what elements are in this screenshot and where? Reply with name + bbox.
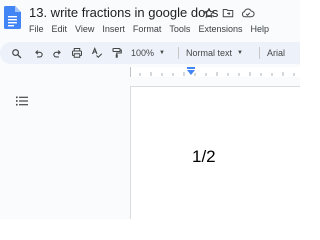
toolbar-divider bbox=[178, 47, 179, 59]
toolbar: 100% ▼ Normal text ▼ Arial bbox=[0, 42, 300, 64]
paragraph-style-value: Normal text bbox=[186, 48, 233, 58]
search-menus-button[interactable] bbox=[8, 42, 24, 64]
horizontal-ruler[interactable] bbox=[0, 66, 300, 79]
redo-icon bbox=[52, 49, 61, 57]
toolbar-divider bbox=[259, 47, 260, 59]
docs-logo-icon[interactable] bbox=[4, 6, 21, 29]
spellcheck-icon bbox=[91, 47, 103, 59]
paint-format-button[interactable] bbox=[109, 42, 125, 64]
undo-icon bbox=[34, 49, 43, 57]
zoom-select[interactable]: 100% ▼ bbox=[131, 42, 173, 64]
cloud-saved-icon[interactable] bbox=[241, 7, 255, 19]
paragraph-style-select[interactable]: Normal text ▼ bbox=[186, 42, 254, 64]
document-body-text[interactable]: 1/2 bbox=[192, 147, 216, 167]
search-icon bbox=[11, 48, 21, 58]
menu-tools[interactable]: Tools bbox=[165, 24, 194, 36]
menu-help[interactable]: Help bbox=[246, 24, 273, 36]
menu-bar: File Edit View Insert Format Tools Exten… bbox=[29, 24, 273, 36]
zoom-value: 100% bbox=[131, 48, 155, 58]
print-icon bbox=[72, 48, 82, 58]
star-icon[interactable] bbox=[203, 7, 215, 19]
ruler-scale bbox=[130, 67, 300, 77]
document-title[interactable]: 13. write fractions in google docs bbox=[29, 4, 218, 21]
redo-button[interactable] bbox=[49, 42, 65, 64]
menu-format[interactable]: Format bbox=[129, 24, 166, 36]
document-outline-icon[interactable] bbox=[16, 96, 28, 106]
menu-edit[interactable]: Edit bbox=[48, 24, 72, 36]
menu-file[interactable]: File bbox=[29, 24, 48, 36]
document-page[interactable]: 1/2 bbox=[130, 86, 300, 219]
paint-format-icon bbox=[112, 47, 122, 58]
chevron-down-icon: ▼ bbox=[159, 50, 165, 56]
font-value: Arial bbox=[267, 48, 286, 58]
font-select[interactable]: Arial bbox=[267, 42, 300, 64]
menu-extensions[interactable]: Extensions bbox=[194, 24, 246, 36]
move-to-folder-icon[interactable] bbox=[222, 7, 234, 19]
chevron-down-icon: ▼ bbox=[237, 50, 243, 56]
google-docs-window: 13. write fractions in google docs File … bbox=[0, 0, 300, 219]
undo-button[interactable] bbox=[30, 42, 46, 64]
print-button[interactable] bbox=[69, 42, 85, 64]
menu-view[interactable]: View bbox=[71, 24, 98, 36]
spellcheck-button[interactable] bbox=[89, 42, 105, 64]
menu-insert[interactable]: Insert bbox=[98, 24, 129, 36]
docs-header: 13. write fractions in google docs File … bbox=[0, 0, 300, 40]
